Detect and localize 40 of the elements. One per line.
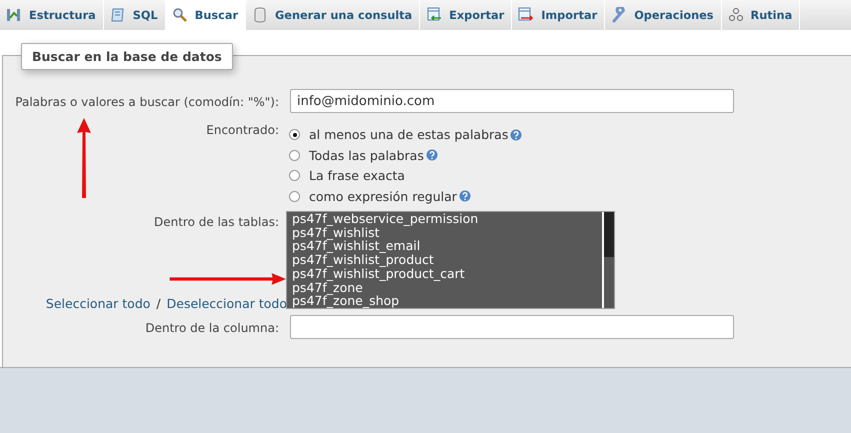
deselect-all-link[interactable]: Deseleccionar todo — [166, 296, 287, 311]
select-all-link[interactable]: Seleccionar todo — [46, 296, 150, 311]
tab[interactable]: Importar — [512, 0, 606, 30]
radio-button[interactable] — [289, 170, 300, 182]
structure-icon — [6, 7, 22, 23]
tab[interactable]: Estructura — [0, 0, 104, 30]
search-field[interactable]: info@midominio.com — [290, 89, 734, 113]
option-label[interactable]: al menos una de estas palabras — [309, 127, 508, 142]
radio-button[interactable] — [289, 129, 300, 140]
document-icon — [110, 7, 126, 23]
field-label: Encontrado: — [205, 123, 279, 137]
option-label[interactable]: La frase exacta — [309, 168, 405, 184]
table-export-icon — [426, 7, 442, 23]
panel-legend: Buscar en la base de datos — [21, 43, 233, 70]
tab[interactable]: Exportar — [420, 0, 512, 30]
column-field[interactable] — [290, 315, 734, 339]
scrollbar[interactable] — [602, 212, 614, 308]
scrollbar-thumb[interactable] — [604, 212, 614, 257]
help-icon[interactable] — [458, 190, 471, 202]
radio-button[interactable] — [289, 150, 300, 161]
tab[interactable]: Rutina — [722, 0, 800, 30]
field-label: Dentro de las tablas: — [154, 215, 279, 229]
separator-text: / — [156, 296, 161, 311]
tab[interactable]: SQL — [104, 0, 166, 30]
wrench-icon — [611, 7, 628, 23]
help-icon[interactable] — [426, 149, 438, 162]
tab[interactable]: Operaciones — [605, 0, 722, 30]
option-label[interactable]: como expresión regular — [309, 188, 457, 204]
tab[interactable]: Generar una consulta — [246, 0, 420, 30]
table-listbox[interactable]: ps47f_webservice_permission ps47f_wishlist ps47f_wishlist_email ps47f_wishlist_product ps47f_wishlist_product_cart ps47f_zone ps47f_zone_shop — [286, 211, 615, 309]
gears-icon — [728, 7, 744, 23]
help-icon[interactable] — [510, 128, 522, 141]
field-label: Palabras o valores a buscar (comodín: "%"): — [14, 95, 279, 109]
search-icon — [172, 7, 188, 23]
field-label: Dentro de la columna: — [144, 321, 279, 335]
radio-button[interactable] — [289, 190, 300, 202]
tab[interactable]: Buscar — [166, 0, 246, 30]
database-icon — [252, 7, 268, 23]
table-import-icon — [518, 7, 534, 23]
option-label[interactable]: Todas las palabras — [309, 148, 424, 163]
